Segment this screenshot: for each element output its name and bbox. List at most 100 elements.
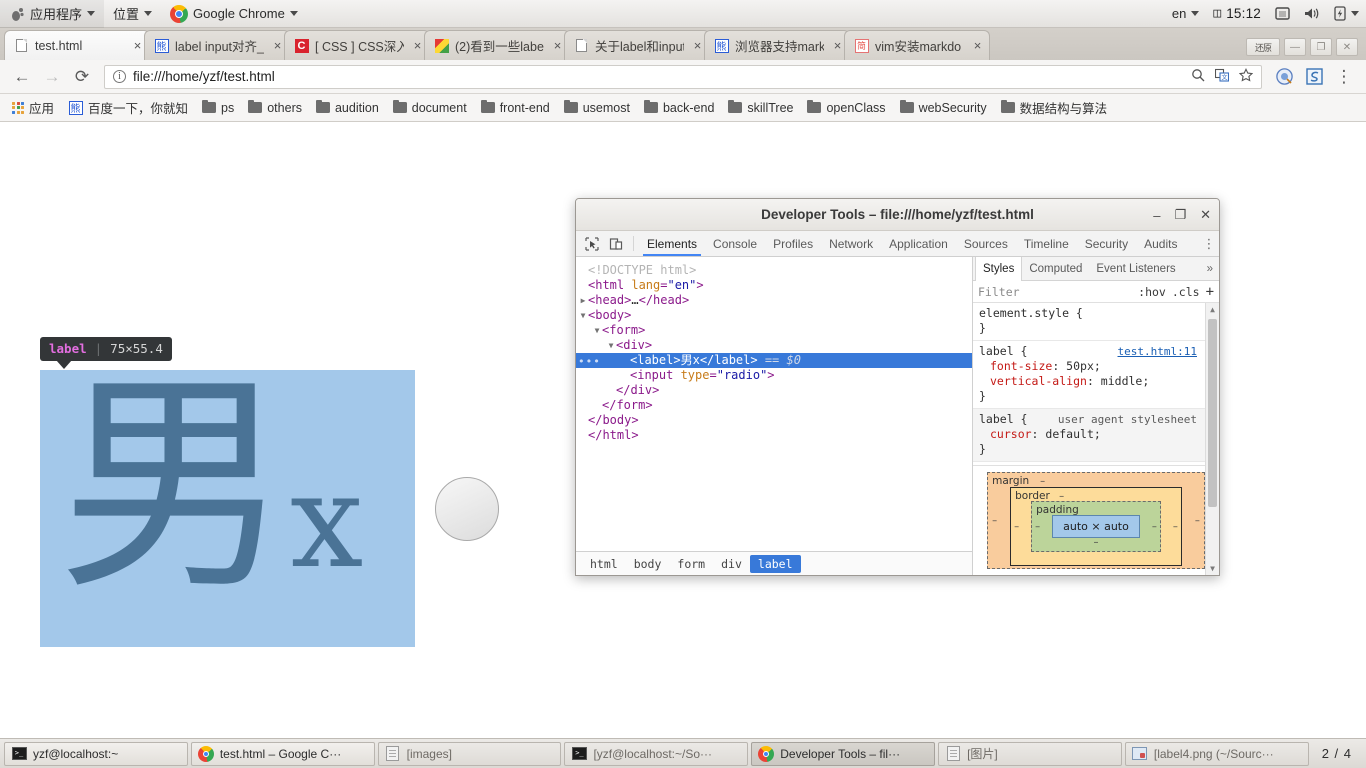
browser-tab-5[interactable]: 熊 浏览器支持mark ×	[704, 30, 850, 60]
box-model-padding[interactable]: padding – – – auto × auto	[1031, 501, 1161, 552]
twisty-expanded-icon[interactable]: ▼	[578, 308, 588, 323]
dom-node[interactable]: </body>	[576, 413, 972, 428]
tab-close-icon[interactable]: ×	[550, 38, 565, 53]
workspace-pager[interactable]: 2 / 4	[1312, 746, 1362, 761]
bookmark-item-skilltree[interactable]: skillTree	[722, 99, 799, 117]
devtools-tab-application[interactable]: Application	[881, 231, 956, 256]
box-model-diagram[interactable]: margin – – – border – – – padding – – – …	[973, 465, 1219, 575]
devtools-tab-sources[interactable]: Sources	[956, 231, 1016, 256]
styles-tab-computed[interactable]: Computed	[1022, 257, 1089, 280]
devtools-titlebar[interactable]: Developer Tools – file:///home/yzf/test.…	[576, 199, 1219, 231]
devtools-tab-profiles[interactable]: Profiles	[765, 231, 821, 256]
box-model-border-left[interactable]: –	[1014, 519, 1019, 534]
places-menu[interactable]: 位置	[104, 0, 161, 28]
scroll-up-icon[interactable]: ▲	[1206, 303, 1219, 316]
box-model-margin-right[interactable]: –	[1195, 513, 1200, 528]
rule-origin-link[interactable]: test.html:11	[1118, 344, 1197, 359]
dom-node[interactable]: <html lang="en">	[576, 278, 972, 293]
bookmark-item-ps[interactable]: ps	[196, 99, 240, 117]
inspect-element-icon[interactable]	[580, 231, 604, 256]
browser-tab-4[interactable]: 关于label和input ×	[564, 30, 710, 60]
dom-tree-scroll[interactable]: <!DOCTYPE html> <html lang="en"> ▶ <head>…<…	[576, 257, 972, 551]
box-model-padding-left[interactable]: –	[1035, 519, 1040, 534]
declaration-property[interactable]: cursor	[979, 427, 1032, 441]
declaration-value[interactable]: 50px;	[1066, 359, 1101, 373]
breadcrumb-item-body[interactable]: body	[626, 555, 670, 573]
dom-node[interactable]: </div>	[576, 383, 972, 398]
styles-filter-input[interactable]: Filter	[978, 285, 1132, 299]
styles-scrollbar[interactable]: ▲ ▼	[1205, 303, 1219, 575]
bookmark-item-front-end[interactable]: front-end	[475, 99, 556, 117]
tab-close-icon[interactable]: ×	[830, 38, 845, 53]
add-style-rule-button[interactable]: +	[1206, 284, 1214, 300]
close-button[interactable]: ✕	[1336, 38, 1358, 56]
tab-close-icon[interactable]: ×	[130, 38, 145, 53]
breadcrumb-item-label[interactable]: label	[749, 554, 801, 573]
styles-overflow-icon[interactable]: »	[1201, 257, 1219, 280]
rule-declaration[interactable]: vertical-align: middle;	[979, 374, 1213, 389]
radio-input[interactable]	[435, 477, 499, 541]
devtools-tab-security[interactable]: Security	[1077, 231, 1136, 256]
bookmark-apps[interactable]: 应用	[6, 96, 60, 119]
bookmark-item-back-end[interactable]: back-end	[638, 99, 720, 117]
hov-toggle-button[interactable]: :hov	[1138, 285, 1166, 299]
dom-node[interactable]: ▼ <div>	[576, 338, 972, 353]
taskbar-item-terminal-source[interactable]: >_ [yzf@localhost:~/So···	[564, 741, 749, 766]
bookmark-item-audition[interactable]: audition	[310, 99, 385, 117]
rule-declaration[interactable]: font-size: 50px;	[979, 359, 1213, 374]
zoom-icon[interactable]	[1191, 68, 1205, 85]
tab-close-icon[interactable]: ×	[690, 38, 705, 53]
taskbar-item-images[interactable]: [images]	[377, 741, 562, 766]
label-element-highlight[interactable]: 男 x	[40, 370, 415, 647]
tab-close-icon[interactable]: ×	[970, 38, 985, 53]
clock-area[interactable]: ◫ 15:12	[1206, 0, 1268, 28]
style-rule-element-style[interactable]: element.style { }	[973, 303, 1219, 341]
devtools-tab-elements[interactable]: Elements	[639, 231, 705, 256]
breadcrumb-item-div[interactable]: div	[713, 555, 750, 573]
extension-icon[interactable]	[1270, 63, 1298, 91]
box-model-border[interactable]: border – – – padding – – – auto × auto	[1010, 487, 1182, 566]
battery-indicator[interactable]	[1327, 0, 1366, 28]
box-model-margin[interactable]: margin – – – border – – – padding – – – …	[987, 472, 1205, 569]
tab-close-icon[interactable]: ×	[410, 38, 425, 53]
devtools-minimize-button[interactable]: ‒	[1153, 208, 1160, 223]
dom-node[interactable]: <input type="radio">	[576, 368, 972, 383]
chrome-window-menu[interactable]: Google Chrome	[161, 0, 307, 28]
devtools-tab-network[interactable]: Network	[821, 231, 881, 256]
dom-node[interactable]: ▼ <body>	[576, 308, 972, 323]
breadcrumb-item-form[interactable]: form	[669, 555, 713, 573]
dom-node-ellipsis-icon[interactable]: •••	[578, 354, 601, 369]
devtools-tab-audits[interactable]: Audits	[1136, 231, 1185, 256]
box-model-padding-bottom[interactable]: –	[1093, 535, 1098, 550]
devtools-more-menu-icon[interactable]: ⋮	[1199, 231, 1219, 256]
volume-indicator[interactable]	[1297, 0, 1327, 28]
box-model-margin-left[interactable]: –	[992, 513, 997, 528]
scrollbar-thumb[interactable]	[1208, 319, 1217, 507]
bookmark-item-usemost[interactable]: usemost	[558, 99, 636, 117]
bookmark-item-baidu[interactable]: 熊 百度一下，你就知	[62, 96, 194, 119]
twisty-expanded-icon[interactable]: ▼	[592, 323, 602, 338]
keyboard-layout-indicator[interactable]: en	[1165, 0, 1206, 28]
extension-icon-2[interactable]	[1300, 63, 1328, 91]
twisty-collapsed-icon[interactable]: ▶	[578, 293, 588, 308]
chrome-menu-icon[interactable]: ⋮	[1330, 63, 1358, 91]
browser-tab-3[interactable]: (2)看到一些label ×	[424, 30, 570, 60]
info-circle-icon[interactable]: i	[113, 70, 126, 83]
twisty-expanded-icon[interactable]: ▼	[606, 338, 616, 353]
styles-tab-event-listeners[interactable]: Event Listeners	[1089, 257, 1182, 280]
scroll-down-icon[interactable]: ▼	[1206, 562, 1219, 575]
devtools-close-button[interactable]: ✕	[1200, 207, 1211, 223]
box-model-padding-right[interactable]: –	[1152, 519, 1157, 534]
forward-button[interactable]: →	[38, 63, 66, 91]
style-rule-label-user-agent[interactable]: user agent stylesheet label { cursor: de…	[973, 409, 1219, 462]
browser-tab-2[interactable]: C [ CSS ] CSS深入 ×	[284, 30, 430, 60]
dom-node[interactable]: ▼ <form>	[576, 323, 972, 338]
restore-label-button[interactable]: 还原	[1246, 38, 1280, 56]
dom-node-selected[interactable]: ••• <label>男x</label> == $0	[576, 353, 972, 368]
display-indicator[interactable]	[1268, 0, 1297, 28]
applications-menu[interactable]: 应用程序	[0, 0, 105, 28]
reload-button[interactable]: ⟳	[68, 63, 96, 91]
bookmark-star-icon[interactable]	[1238, 68, 1254, 85]
taskbar-item-chrome-test[interactable]: test.html – Google C···	[190, 741, 375, 766]
back-button[interactable]: ←	[8, 63, 36, 91]
